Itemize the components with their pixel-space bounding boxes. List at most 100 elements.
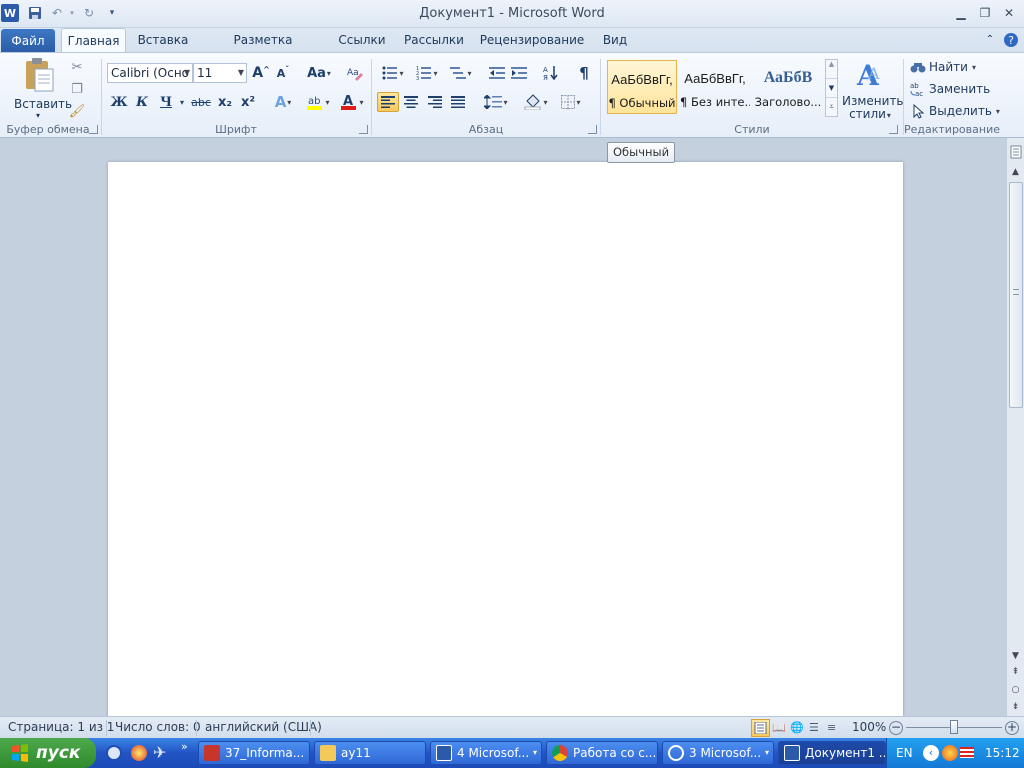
quicklaunch-browser-icon[interactable] [131,745,147,761]
paste-button[interactable]: Вставить ▾ [14,57,72,120]
tab-file[interactable]: Файл [1,29,55,53]
taskbar-item-word-group[interactable]: 4 Microsof... ▾ [430,741,542,765]
change-styles-label-1: Изменить [842,94,904,108]
format-painter-icon[interactable]: 🖌 [66,101,88,121]
restore-button[interactable]: ❐ [974,4,996,22]
copy-icon[interactable]: ❐ [66,79,88,99]
tab-review[interactable]: Рецензирование [478,28,586,52]
tab-view[interactable]: Вид [596,28,634,52]
scroll-up-icon[interactable]: ▲ [1007,164,1024,180]
find-button[interactable]: Найти ▾ [910,58,976,76]
sort-icon[interactable]: AЯ [540,63,562,83]
clock[interactable]: 15:12 [985,746,1020,760]
minimize-button[interactable]: ▁ [950,4,972,22]
italic-button[interactable]: К [131,92,153,112]
zoom-in-button[interactable]: + [1005,721,1019,735]
styles-gallery-scroll[interactable]: ▲ ▼ ⩡ [825,59,838,117]
tab-page-layout[interactable]: Разметка страницы [203,28,323,71]
scroll-down-icon[interactable]: ▼ [1007,648,1024,664]
styles-scroll-down-icon[interactable]: ▼ [826,79,837,98]
tray-app-icon[interactable] [942,745,958,761]
tab-mailings[interactable]: Рассылки [400,28,468,52]
taskbar-item-help-group[interactable]: 3 Microsof... ▾ [662,741,774,765]
full-screen-reading-icon[interactable]: 📖 [772,721,786,734]
tray-expand-icon[interactable]: ‹ [923,745,939,761]
quicklaunch-explorer-icon[interactable] [106,745,122,761]
print-layout-view-icon[interactable] [751,719,770,737]
ruler-toggle-icon[interactable] [1007,144,1024,160]
language-indicator-tray[interactable]: EN [896,746,913,760]
numbering-icon[interactable]: 1 2 3 ▾ [412,63,442,83]
taskbar-item-pdf[interactable]: 37_Informa... [198,741,310,765]
tab-references[interactable]: Ссылки [334,28,390,52]
underline-button[interactable]: Ч [155,92,177,112]
strikethrough-button[interactable]: abc [190,92,212,112]
outline-view-icon[interactable]: ☰ [809,721,819,734]
font-launcher-icon[interactable] [359,125,368,134]
styles-launcher-icon[interactable] [889,125,898,134]
font-size-combo[interactable]: 11 ▼ [193,63,247,83]
start-button[interactable]: пуск [0,738,96,768]
close-button[interactable]: ✕ [998,4,1020,22]
change-styles-button[interactable]: AA Изменить стили▾ [842,57,904,121]
multilevel-list-icon[interactable]: ▾ [446,63,476,83]
change-case-icon[interactable]: Aa ▾ [304,63,334,83]
align-left-button[interactable] [377,92,399,112]
language-indicator[interactable]: английский (США) [205,720,322,734]
page-count[interactable]: Страница: 1 из 1 [8,720,114,734]
shrink-font-icon[interactable]: Aˇ [272,63,294,83]
browse-object-icon[interactable]: ○ [1007,682,1024,698]
grow-font-icon[interactable]: A ^ [250,63,272,83]
decrease-indent-icon[interactable] [486,63,508,83]
styles-more-icon[interactable]: ⩡ [826,98,837,116]
justify-button[interactable] [447,92,469,112]
clipboard-launcher-icon[interactable] [89,125,98,134]
tray-flag-icon[interactable] [960,747,974,758]
styles-scroll-up-icon[interactable]: ▲ [826,60,837,79]
web-layout-icon[interactable]: 🌐 [790,721,804,734]
show-marks-button[interactable]: ¶ [573,63,595,83]
align-right-button[interactable] [424,92,446,112]
tab-insert[interactable]: Вставка [134,28,192,52]
previous-page-icon[interactable]: ⇞ [1007,664,1024,680]
draft-view-icon[interactable]: ≡ [827,721,836,734]
cut-icon[interactable]: ✂ [66,57,88,77]
taskbar-item-folder[interactable]: ay11 [314,741,426,765]
zoom-out-button[interactable]: − [889,721,903,735]
font-color-icon[interactable]: A ▾ [336,92,368,112]
tab-home[interactable]: Главная [61,28,126,53]
style-normal[interactable]: АаБбВвГг, ¶ Обычный [607,60,677,114]
zoom-slider-thumb[interactable] [950,720,958,734]
text-effects-icon[interactable]: A ▾ [268,92,298,112]
help-icon[interactable]: ? [1002,28,1020,52]
vertical-scrollbar[interactable]: ▲ ▼ ⇞ ○ ⇟ [1006,138,1024,716]
document-page[interactable] [108,162,903,722]
replace-button[interactable]: ab ac Заменить [910,80,990,98]
increase-indent-icon[interactable] [508,63,530,83]
taskbar-item-document1[interactable]: Документ1 ... [778,741,886,765]
bold-button[interactable]: Ж [108,92,130,112]
borders-icon[interactable]: ▾ [556,92,586,112]
style-no-spacing[interactable]: АаБбВвГг, ¶ Без инте... [680,60,750,114]
collapse-ribbon-icon[interactable]: ⌃ [982,28,998,52]
align-center-button[interactable] [400,92,422,112]
line-spacing-icon[interactable]: ▾ [481,92,511,112]
next-page-icon[interactable]: ⇟ [1007,699,1024,715]
scroll-thumb[interactable] [1009,182,1023,408]
shading-icon[interactable]: ▾ [520,92,552,112]
word-count[interactable]: Число слов: 0 [115,720,201,734]
highlight-icon[interactable]: ab ▾ [302,92,334,112]
style-heading1[interactable]: АаБбВ Заголово... [753,60,823,114]
superscript-button[interactable]: x² [237,92,259,112]
paragraph-launcher-icon[interactable] [588,125,597,134]
zoom-level[interactable]: 100% [852,720,886,734]
bullets-icon[interactable]: ▾ [378,63,408,83]
clear-formatting-icon[interactable]: Aa [344,63,366,83]
quicklaunch-more-icon[interactable]: » [181,740,188,753]
quicklaunch-app-icon[interactable]: ✈ [153,743,166,762]
select-button[interactable]: Выделить ▾ [910,102,1000,120]
taskbar-item-chrome[interactable]: Работа со с... [546,741,658,765]
subscript-button[interactable]: x₂ [214,92,236,112]
underline-dropdown-icon[interactable]: ▾ [176,92,188,112]
font-name-combo[interactable]: Calibri (Осно ▼ [107,63,193,83]
